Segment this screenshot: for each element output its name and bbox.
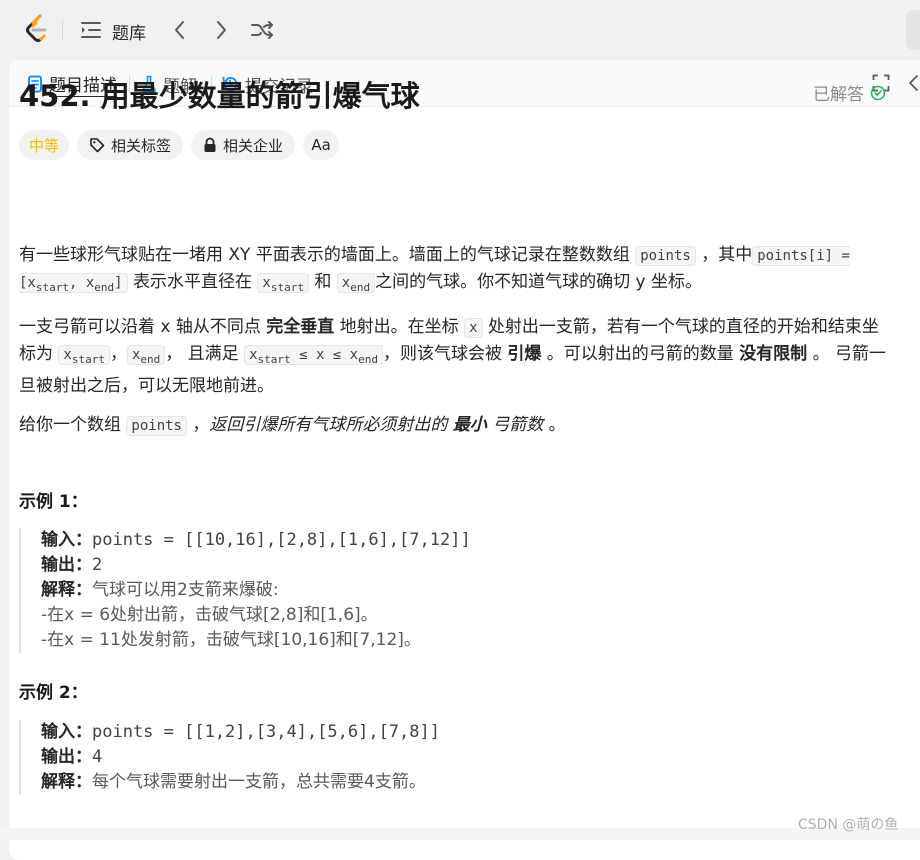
text: ，	[109, 344, 127, 364]
example-line: 输入：points = [[1,2],[3,4],[5,6],[7,8]]	[41, 720, 881, 745]
description-paragraph-2: 一支弓箭可以沿着 x 轴从不同点 完全垂直 地射出。在坐标 x 处射出一支箭，若…	[19, 314, 889, 399]
text: 弓箭数	[486, 415, 544, 435]
example-line: -在x = 11处发射箭，击破气球[10,16]和[7,12]。	[41, 630, 421, 650]
inline-code: x	[464, 318, 483, 338]
code-sub: start	[270, 280, 304, 294]
text: 给你一个数组	[19, 415, 127, 435]
inline-code: xend	[336, 273, 376, 294]
difficulty-badge: 中等	[19, 130, 70, 160]
text: ，其中	[695, 245, 753, 265]
related-companies-button[interactable]: 相关企业	[191, 130, 296, 160]
text: 一支弓箭可以沿着 x 轴从不同点	[19, 317, 267, 337]
bold-text: 引爆	[507, 344, 542, 364]
input-label: 输入：	[41, 722, 92, 742]
example-2-block: 输入：points = [[1,2],[3,4],[5,6],[7,8]] 输出…	[19, 720, 881, 795]
topbar-divider	[62, 20, 63, 40]
code-sub: end	[94, 280, 115, 294]
related-tags-button[interactable]: 相关标签	[77, 130, 184, 160]
explain-label: 解释：	[41, 772, 92, 792]
font-translate-button[interactable]: Aa	[303, 130, 340, 160]
code-sub: end	[358, 352, 378, 366]
example-line: -在x = 6处射出箭，击破气球[2,8]和[1,6]。	[41, 605, 378, 625]
solved-label: 已解答	[813, 85, 864, 105]
code-text: x	[341, 275, 351, 291]
related-tags-label: 相关标签	[111, 136, 172, 155]
input-label: 输入：	[41, 530, 92, 550]
leetcode-logo[interactable]	[24, 14, 50, 44]
watermark: CSDN @萌の鱼	[798, 817, 899, 833]
description-paragraph-3: 给你一个数组 points ，返回引爆所有气球所必须射出的 最小 弓箭数 。	[19, 412, 889, 439]
output-label: 输出：	[41, 555, 92, 575]
text: ，	[186, 415, 210, 435]
example-1-heading: 示例 1：	[19, 492, 88, 512]
text: 和	[308, 272, 337, 292]
bottom-toolbar-edge	[0, 828, 920, 840]
problem-title[interactable]: 452. 用最少数量的箭引爆气球	[19, 73, 420, 115]
explain-label: 解释：	[41, 580, 92, 600]
output-value: 2	[92, 555, 103, 575]
text: 。	[543, 415, 566, 435]
example-line: 解释：每个气球需要射出一支箭，总共需要4支箭。	[41, 770, 881, 795]
tag-icon	[90, 138, 105, 153]
example-line: 输入：points = [[10,16],[2,8],[1,6],[7,12]]	[41, 528, 881, 553]
example-line: 输出：2	[41, 553, 881, 578]
output-value: 4	[92, 747, 103, 767]
bold-text: 最小	[452, 415, 487, 435]
solved-status: 已解答	[813, 80, 886, 105]
chevron-left-icon[interactable]	[907, 74, 920, 92]
text: 。可以射出的弓箭的数量	[541, 344, 740, 364]
topbar-edge-button[interactable]	[906, 10, 920, 50]
code-sub: start	[71, 352, 105, 366]
text: 地射出。在坐标	[334, 317, 465, 337]
shuffle-icon[interactable]	[250, 19, 274, 41]
tag-row: 中等 相关标签 相关企业 Aa	[19, 130, 340, 160]
inline-code: points	[126, 416, 187, 436]
bold-text: 没有限制	[739, 344, 808, 364]
example-line: 解释：气球可以用2支箭来爆破:	[41, 578, 881, 603]
example-line: 输出：4	[41, 745, 881, 770]
description-paragraph-1: 有一些球形气球贴在一堵用 XY 平面表示的墙面上。墙面上的气球记录在整数数组 p…	[19, 242, 889, 301]
chevron-right-icon[interactable]	[211, 19, 231, 41]
example-1-block: 输入：points = [[10,16],[2,8],[1,6],[7,12]]…	[19, 528, 881, 653]
text: 表示水平直径在	[127, 272, 258, 292]
inline-code: xstart	[257, 273, 309, 294]
related-companies-label: 相关企业	[223, 136, 284, 155]
lock-icon	[204, 137, 216, 152]
text: 返回引爆所有气球所必须射出的	[209, 415, 453, 435]
code-text: x	[262, 275, 271, 291]
explain-value: 每个气球需要射出一支箭，总共需要4支箭。	[92, 772, 426, 792]
code-sub: end	[140, 352, 161, 366]
check-circle-icon	[870, 85, 886, 100]
code-text: ]	[114, 275, 123, 291]
output-label: 输出：	[41, 747, 92, 767]
code-text: , x	[68, 275, 95, 291]
input-value: points = [[1,2],[3,4],[5,6],[7,8]]	[92, 722, 440, 742]
inline-code: points	[635, 246, 696, 266]
code-sub: start	[257, 352, 291, 366]
list-icon[interactable]	[80, 20, 102, 40]
code-text: x	[63, 347, 72, 363]
text: 之间的气球。你不知道气球的确切 y 坐标。	[375, 272, 702, 292]
chevron-left-icon[interactable]	[170, 19, 190, 41]
inline-code: xstart	[58, 345, 110, 366]
inline-code: xend	[126, 345, 166, 366]
top-navigation-bar: 题库	[0, 0, 920, 60]
problem-list-title[interactable]: 题库	[112, 19, 146, 44]
inline-code: xstart ≤ x ≤ xend	[244, 345, 383, 366]
code-sub: start	[35, 280, 69, 294]
text: 有一些球形气球贴在一堵用 XY 平面表示的墙面上。墙面上的气球记录在整数数组	[19, 245, 636, 265]
bold-text: 完全垂直	[266, 317, 335, 337]
example-2-heading: 示例 2：	[19, 683, 88, 703]
input-value: points = [[10,16],[2,8],[1,6],[7,12]]	[92, 530, 471, 550]
code-text: x	[249, 347, 258, 363]
text: ，则该气球会被	[382, 344, 508, 364]
explain-value: 气球可以用2支箭来爆破:	[92, 580, 279, 600]
text: ， 且满足	[165, 344, 245, 364]
code-text: ≤ x ≤ x	[290, 347, 359, 363]
code-sub: end	[350, 280, 371, 294]
italic-text: 返回引爆所有气球所必须射出的 最小 弓箭数	[209, 415, 543, 435]
